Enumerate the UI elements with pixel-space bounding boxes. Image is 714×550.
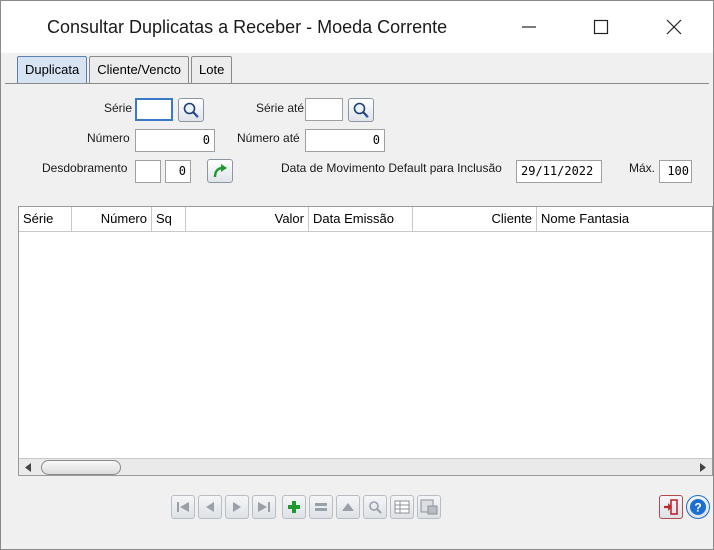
col-sq[interactable]: Sq: [152, 207, 186, 232]
refresh-button[interactable]: [207, 159, 233, 183]
exit-icon: [664, 499, 678, 515]
next-record-button[interactable]: [225, 495, 249, 519]
max-label: Máx.: [629, 161, 656, 175]
col-valor[interactable]: Valor: [186, 207, 309, 232]
serie-label: Série: [104, 101, 133, 115]
serie-input[interactable]: [135, 98, 173, 121]
first-record-button[interactable]: [171, 495, 195, 519]
grid-view-button[interactable]: [390, 495, 414, 519]
numero-input[interactable]: 0: [135, 129, 215, 152]
exit-button[interactable]: [659, 495, 683, 519]
serie-ate-search-button[interactable]: [348, 98, 374, 122]
add-record-button[interactable]: [282, 495, 306, 519]
last-record-button[interactable]: [252, 495, 276, 519]
export-icon: [420, 499, 438, 515]
tab-bar: Duplicata Cliente/Vencto Lote: [17, 56, 234, 83]
scrollbar-thumb[interactable]: [41, 460, 121, 475]
first-icon: [177, 502, 189, 512]
last-icon: [258, 502, 270, 512]
help-button[interactable]: ?: [686, 495, 710, 519]
tab-divider: [5, 83, 709, 84]
maximize-button[interactable]: [578, 1, 624, 53]
serie-ate-label: Série até: [256, 101, 305, 115]
search-icon: [369, 501, 382, 514]
add-icon: [288, 501, 300, 513]
numero-ate-label: Número até: [237, 131, 300, 145]
tab-duplicata[interactable]: Duplicata: [17, 56, 88, 83]
grid-header: Série Número Sq Valor Data Emissão Clien…: [19, 207, 712, 232]
results-grid[interactable]: Série Número Sq Valor Data Emissão Clien…: [18, 206, 713, 476]
scroll-right-icon: [700, 463, 706, 472]
horizontal-scrollbar[interactable]: [19, 458, 712, 475]
title-bar: Consultar Duplicatas a Receber - Moeda C…: [1, 1, 713, 53]
col-cliente[interactable]: Cliente: [413, 207, 537, 232]
svg-text:?: ?: [694, 501, 701, 515]
minimize-icon: [522, 26, 536, 28]
previous-icon: [206, 502, 214, 512]
max-input[interactable]: 100: [659, 160, 692, 183]
redo-arrow-icon: [213, 164, 227, 178]
edit-icon: [315, 503, 327, 511]
edit-record-button[interactable]: [309, 495, 333, 519]
help-icon: ?: [690, 499, 706, 515]
tab-cliente-vencto[interactable]: Cliente/Vencto: [89, 56, 190, 83]
window-title: Consultar Duplicatas a Receber - Moeda C…: [47, 17, 448, 37]
close-button[interactable]: [651, 1, 697, 53]
grid-icon: [394, 500, 410, 514]
col-numero[interactable]: Número: [72, 207, 152, 232]
minimize-button[interactable]: [506, 1, 552, 53]
tab-lote[interactable]: Lote: [191, 56, 233, 83]
search-icon: [353, 102, 369, 118]
data-movimento-input[interactable]: 29/11/2022: [516, 160, 602, 183]
desdobramento-input-1[interactable]: [135, 160, 161, 183]
up-icon: [342, 503, 354, 511]
numero-ate-input[interactable]: 0: [305, 129, 385, 152]
move-up-button[interactable]: [336, 495, 360, 519]
window: Consultar Duplicatas a Receber - Moeda C…: [0, 0, 714, 550]
serie-search-button[interactable]: [178, 98, 204, 122]
desdobramento-label: Desdobramento: [42, 161, 128, 175]
col-serie[interactable]: Série: [19, 207, 72, 232]
maximize-icon: [593, 19, 609, 35]
next-icon: [233, 502, 241, 512]
previous-record-button[interactable]: [198, 495, 222, 519]
data-movimento-label: Data de Movimento Default para Inclusão: [281, 161, 502, 175]
numero-label: Número: [87, 131, 130, 145]
desdobramento-input-2[interactable]: 0: [165, 160, 191, 183]
export-button[interactable]: [417, 495, 441, 519]
scroll-left-icon: [25, 463, 31, 472]
col-data-emissao[interactable]: Data Emissão: [309, 207, 413, 232]
search-record-button[interactable]: [363, 495, 387, 519]
search-icon: [183, 102, 199, 118]
col-nome-fantasia[interactable]: Nome Fantasia: [537, 207, 712, 232]
close-icon: [666, 19, 682, 35]
serie-ate-input[interactable]: [305, 98, 343, 121]
